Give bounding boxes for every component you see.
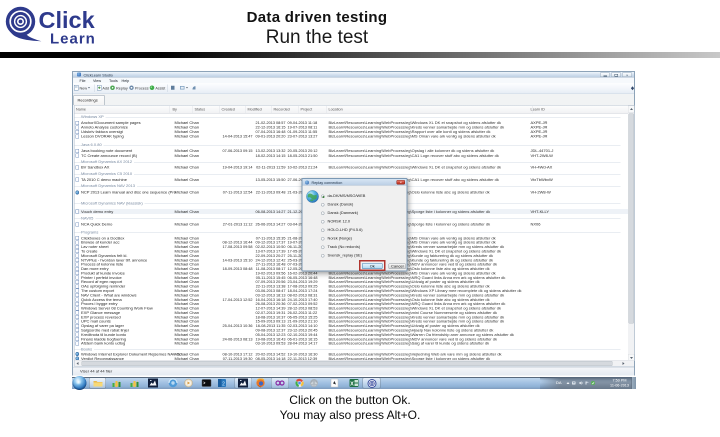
- svg-text:2: 2: [222, 381, 225, 387]
- svg-text:X: X: [350, 381, 354, 387]
